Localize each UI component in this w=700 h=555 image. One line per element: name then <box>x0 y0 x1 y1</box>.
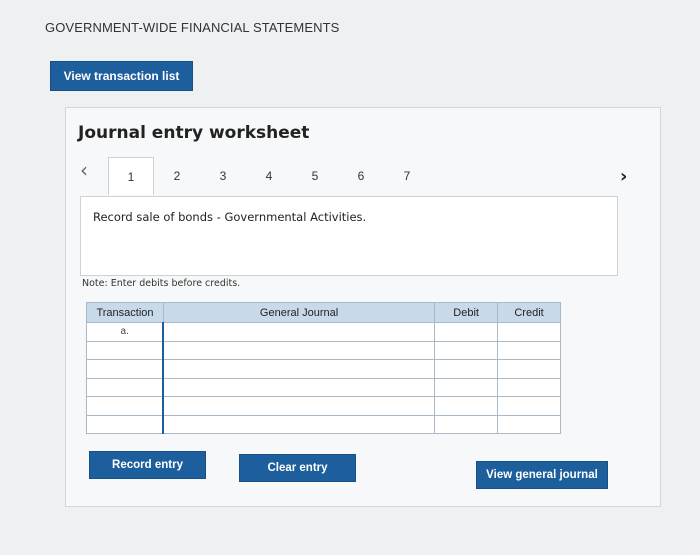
transaction-cell <box>86 396 164 416</box>
debit-column-header: Debit <box>434 302 499 323</box>
debit-credit-note: Note: Enter debits before credits. <box>82 278 241 289</box>
transaction-cell <box>86 340 164 360</box>
table-row <box>86 377 561 397</box>
tab-5[interactable]: 5 <box>292 157 338 195</box>
credit-input[interactable] <box>497 377 561 397</box>
debit-input[interactable] <box>434 340 499 360</box>
transaction-description: Record sale of bonds - Governmental Acti… <box>93 210 367 224</box>
view-transaction-list-button[interactable]: View transaction list <box>50 61 193 91</box>
tab-4[interactable]: 4 <box>246 157 292 195</box>
transaction-cell: a. <box>86 322 164 342</box>
account-input[interactable] <box>162 396 436 416</box>
account-input[interactable] <box>162 359 436 379</box>
worksheet-tabs: 1 2 3 4 5 6 7 <box>108 157 430 195</box>
clear-entry-button[interactable]: Clear entry <box>239 454 356 482</box>
transaction-column-header: Transaction <box>86 302 164 323</box>
debit-input[interactable] <box>434 377 499 397</box>
debit-input[interactable] <box>434 359 499 379</box>
account-input[interactable] <box>162 340 436 360</box>
general-journal-column-header: General Journal <box>162 302 436 323</box>
journal-header-row: Transaction General Journal Debit Credit <box>86 302 561 323</box>
credit-input[interactable] <box>497 322 561 342</box>
table-row <box>86 414 561 434</box>
chevron-right-icon[interactable]: › <box>620 166 627 187</box>
debit-input[interactable] <box>434 396 499 416</box>
tab-6[interactable]: 6 <box>338 157 384 195</box>
tab-1[interactable]: 1 <box>108 157 154 195</box>
page-heading: GOVERNMENT-WIDE FINANCIAL STATEMENTS <box>45 20 340 35</box>
credit-input[interactable] <box>497 396 561 416</box>
tab-3[interactable]: 3 <box>200 157 246 195</box>
tab-7[interactable]: 7 <box>384 157 430 195</box>
journal-entry-worksheet-panel: Journal entry worksheet ‹ 1 2 3 4 5 6 7 … <box>65 107 661 507</box>
debit-input[interactable] <box>434 414 499 434</box>
credit-column-header: Credit <box>497 302 561 323</box>
credit-input[interactable] <box>497 414 561 434</box>
transaction-cell <box>86 377 164 397</box>
account-input[interactable] <box>162 377 436 397</box>
view-general-journal-button[interactable]: View general journal <box>476 461 608 489</box>
journal-table: Transaction General Journal Debit Credit… <box>86 302 561 434</box>
table-row <box>86 340 561 360</box>
transaction-cell <box>86 359 164 379</box>
table-row: a. <box>86 322 561 342</box>
debit-input[interactable] <box>434 322 499 342</box>
chevron-left-icon[interactable]: ‹ <box>80 158 88 182</box>
transaction-cell <box>86 414 164 434</box>
account-input[interactable] <box>162 414 436 434</box>
credit-input[interactable] <box>497 340 561 360</box>
credit-input[interactable] <box>497 359 561 379</box>
record-entry-button[interactable]: Record entry <box>89 451 206 479</box>
table-row <box>86 359 561 379</box>
worksheet-title: Journal entry worksheet <box>78 123 310 143</box>
tab-2[interactable]: 2 <box>154 157 200 195</box>
account-input[interactable] <box>162 322 436 342</box>
transaction-description-box: Record sale of bonds - Governmental Acti… <box>80 196 618 276</box>
table-row <box>86 396 561 416</box>
